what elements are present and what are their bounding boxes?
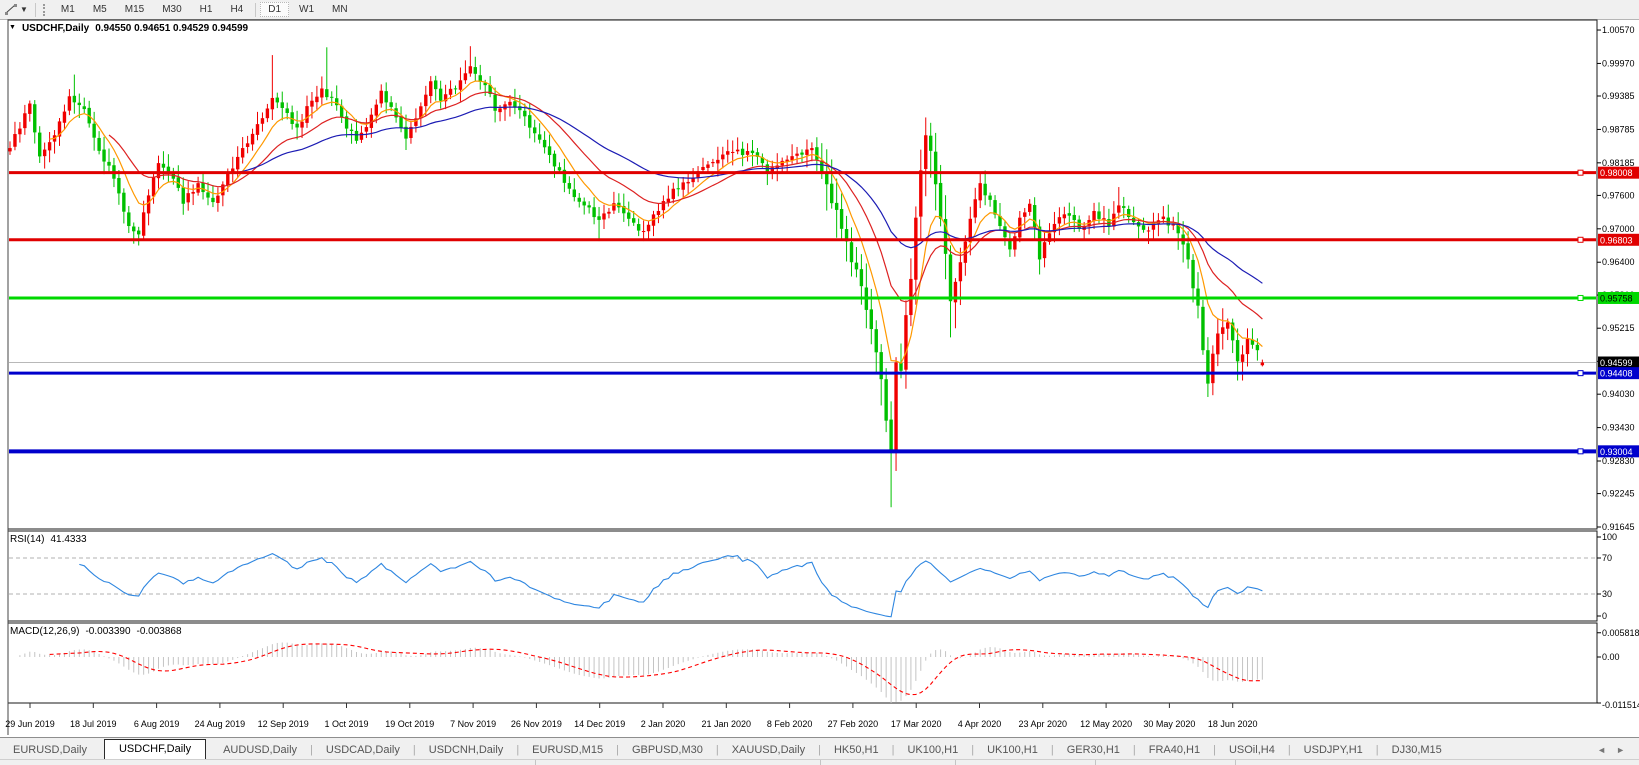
macd-tick-label: -0.011514 [1602,700,1639,710]
status-bar-divider [955,760,956,765]
date-tick-label: 2 Jan 2020 [641,719,686,729]
rsi-indicator-value: 41.4333 [50,534,87,545]
rsi-panel-label: RSI(14) 41.4333 [10,534,87,545]
macd-indicator-value: -0.003390 [85,626,131,637]
level-badge-0.94408-text: 0.94408 [1600,369,1633,379]
status-bar-divider [1235,760,1236,765]
level-handle-0.95758[interactable] [1577,294,1584,301]
price-tick-label: 0.99970 [1602,58,1635,68]
price-tick-label: 0.92830 [1602,456,1635,466]
price-tick-label: 0.98785 [1602,124,1635,134]
date-tick-label: 7 Nov 2019 [450,719,496,729]
price-axis[interactable]: 1.00570 0.99970 0.99385 0.98785 0.98185 0.976… [1597,25,1639,532]
chart-header: ▼ USDCHF,Daily 0.94550 0.94651 0.94529 0… [9,23,248,34]
chart-tab-fra40-h1[interactable]: FRA40,H1 [1136,741,1213,760]
level-handle-0.93004[interactable] [1577,448,1584,455]
date-tick-label: 12 Sep 2019 [258,719,309,729]
level-badge-0.93004-text: 0.93004 [1600,447,1633,457]
chart-tab-uk100-h1[interactable]: UK100,H1 [894,741,971,760]
level-handle-0.98008[interactable] [1577,169,1584,176]
level-badge-0.95758-text: 0.95758 [1600,293,1633,303]
date-tick-label: 4 Apr 2020 [958,719,1002,729]
price-tick-label: 0.93430 [1602,423,1635,433]
date-tick-label: 12 May 2020 [1080,719,1132,729]
chart-tab-ger30-h1[interactable]: GER30,H1 [1054,741,1133,760]
date-tick-label: 18 Jun 2020 [1208,719,1258,729]
tab-scroll-left-icon[interactable]: ◄ [1597,745,1606,755]
date-tick-label: 21 Jan 2020 [702,719,752,729]
level-badge-0.96803-text: 0.96803 [1600,235,1633,245]
level-badge-0.98008-text: 0.98008 [1600,168,1633,178]
chart-tab-xauusd-daily[interactable]: XAUUSD,Daily [719,741,818,760]
date-tick-label: 8 Feb 2020 [767,719,813,729]
tab-scroll-right-icon[interactable]: ► [1616,745,1625,755]
rsi-axis[interactable]: 100 70 30 0 [1597,532,1617,621]
chart-tab-dj30-m15[interactable]: DJ30,M15 [1379,741,1455,760]
status-bar [0,759,1639,765]
chart-tab-usdchf-daily[interactable]: USDCHF,Daily [103,739,207,760]
date-tick-label: 23 Apr 2020 [1019,719,1068,729]
status-bar-divider [1095,760,1096,765]
rsi-tick-label: 0 [1602,611,1607,621]
price-tick-label: 0.97000 [1602,224,1635,234]
date-tick-label: 29 Jun 2019 [5,719,55,729]
tab-scroll-controls: ◄ ► [1597,745,1639,760]
price-tick-label: 0.92245 [1602,489,1635,499]
macd-panel-frame [7,622,1598,704]
date-tick-label: 18 Jul 2019 [70,719,117,729]
price-tick-label: 0.99385 [1602,91,1635,101]
date-tick-label: 1 Oct 2019 [324,719,368,729]
chart-tab-audusd-daily[interactable]: AUDUSD,Daily [210,741,310,760]
rsi-indicator-name: RSI(14) [10,534,45,545]
date-tick-label: 30 May 2020 [1143,719,1195,729]
chart-tab-usdjpy-h1[interactable]: USDJPY,H1 [1291,741,1376,760]
price-tick-label: 0.94030 [1602,389,1635,399]
chart-tab-eurusd-m15[interactable]: EURUSD,M15 [519,741,616,760]
date-tick-label: 6 Aug 2019 [134,719,180,729]
date-tick-label: 14 Dec 2019 [574,719,625,729]
price-tick-label: 0.97600 [1602,190,1635,200]
chart-tab-gbpusd-m30[interactable]: GBPUSD,M30 [619,741,716,760]
date-tick-label: 17 Mar 2020 [891,719,942,729]
collapse-triangle-icon[interactable]: ▼ [9,24,16,31]
chart-symbol-period: USDCHF,Daily [21,23,90,34]
rsi-tick-label: 70 [1602,553,1612,563]
level-handle-0.94408[interactable] [1577,370,1584,377]
macd-axis[interactable]: 0.005818 0.00 -0.011514 [1597,628,1639,710]
macd-signal-value: -0.003868 [136,626,182,637]
date-tick-label: 19 Oct 2019 [385,719,434,729]
rsi-tick-label: 100 [1602,532,1617,542]
chart-tab-hk50-h1[interactable]: HK50,H1 [821,741,892,760]
time-axis[interactable]: 29 Jun 2019 18 Jul 2019 6 Aug 2019 24 Aug 2… [5,703,1257,729]
macd-panel-label: MACD(12,26,9) -0.003390 -0.003868 [10,626,182,637]
date-tick-label: 24 Aug 2019 [195,719,246,729]
chart-canvas[interactable]: 1.00570 0.99970 0.99385 0.98785 0.98185 0.976… [0,0,1639,737]
chart-tab-eurusd-daily[interactable]: EURUSD,Daily [0,741,100,760]
status-bar-divider [535,760,536,765]
price-tick-label: 0.91645 [1602,522,1635,532]
price-tick-label: 0.98185 [1602,158,1635,168]
chart-ohlc-readout: 0.94550 0.94651 0.94529 0.94599 [95,23,249,34]
chart-tab-usoil-h4[interactable]: USOil,H4 [1216,741,1288,760]
chart-tab-usdcad-daily[interactable]: USDCAD,Daily [313,741,413,760]
macd-tick-label: 0.00 [1602,652,1620,662]
chart-tab-usdcnh-daily[interactable]: USDCNH,Daily [416,741,517,760]
price-tick-label: 1.00570 [1602,25,1635,35]
status-bar-divider [820,760,821,765]
date-tick-label: 26 Nov 2019 [511,719,562,729]
level-handle-0.96803[interactable] [1577,236,1584,243]
price-tick-label: 0.96400 [1602,257,1635,267]
price-tick-label: 0.95215 [1602,323,1635,333]
rsi-panel-frame [7,530,1598,622]
macd-tick-label: 0.005818 [1602,628,1639,638]
chart-tab-bar: EURUSD,Daily USDCHF,Daily AUDUSD,Daily | USD… [0,737,1639,760]
trading-terminal: ▼ M1 M5 M15 M30 H1 H4 D1 W1 MN 1.00570 0.99970 0.9… [0,0,1639,765]
macd-indicator-name: MACD(12,26,9) [10,626,80,637]
rsi-tick-label: 30 [1602,589,1612,599]
date-tick-label: 27 Feb 2020 [828,719,879,729]
current-price-badge-text: 0.94599 [1600,358,1633,368]
chart-tab-uk100-h1[interactable]: UK100,H1 [974,741,1051,760]
